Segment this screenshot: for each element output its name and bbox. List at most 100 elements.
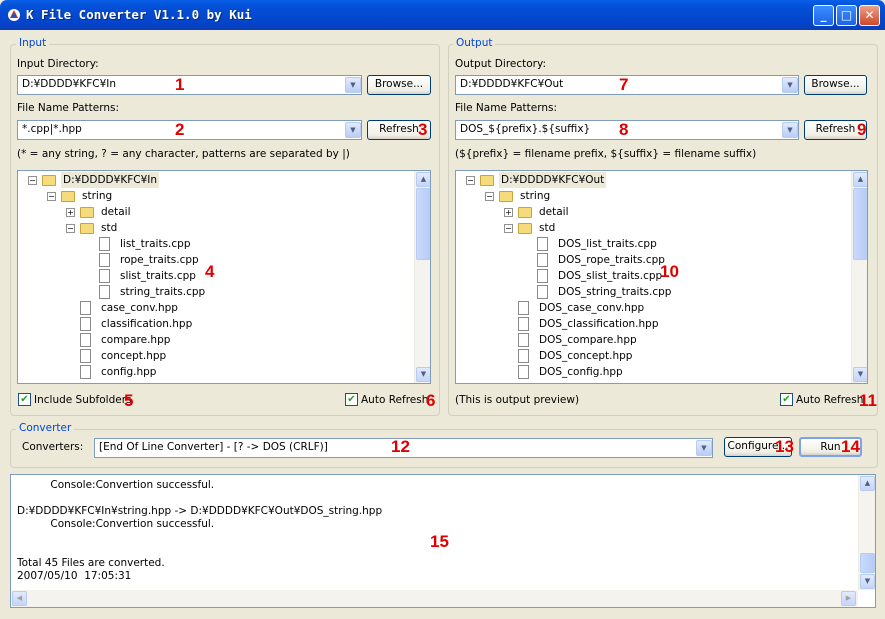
log-line: Console:Convertion successful. (17, 518, 215, 530)
collapse-icon[interactable]: − (47, 192, 56, 201)
tree-node[interactable]: DOS_concept.hpp (456, 348, 851, 364)
annotation-7: 7 (619, 75, 629, 94)
tree-node[interactable]: string_traits.cpp (18, 284, 414, 300)
tree-node[interactable]: slist_traits.cpp (18, 268, 414, 284)
file-icon (99, 253, 110, 267)
scroll-thumb[interactable] (860, 553, 875, 573)
tree-node-label: compare.hpp (101, 334, 171, 346)
collapse-icon[interactable]: − (466, 176, 475, 185)
tree-node[interactable]: DOS_compare.hpp (456, 332, 851, 348)
tree-node[interactable]: DOS_string_traits.cpp (456, 284, 851, 300)
output-browse-button[interactable]: Browse... (804, 75, 867, 95)
scroll-down-icon[interactable]: ▼ (853, 367, 867, 382)
file-icon (518, 365, 529, 379)
tree-node-label: detail (101, 206, 131, 218)
scroll-up-icon[interactable]: ▲ (416, 172, 430, 187)
tree-node[interactable]: compare.hpp (18, 332, 414, 348)
tree-node[interactable]: config.hpp (18, 364, 414, 380)
input-browse-button[interactable]: Browse... (367, 75, 431, 95)
output-directory-value: D:¥DDDD¥KFC¥Out (460, 78, 564, 90)
tree-node[interactable]: concept.hpp (18, 348, 414, 364)
annotation-14: 14 (841, 437, 860, 456)
tree-node[interactable]: DOS_case_conv.hpp (456, 300, 851, 316)
input-pattern-combo[interactable]: *.cpp|*.hpp (17, 120, 362, 140)
input-auto-refresh-checkbox[interactable]: ✔ (345, 393, 358, 406)
tree-node[interactable]: list_traits.cpp (18, 236, 414, 252)
file-icon (80, 317, 91, 331)
tree-node-label: classification.hpp (101, 318, 193, 330)
file-icon (80, 333, 91, 347)
tree-node[interactable]: − string (456, 188, 851, 204)
input-group-label: Input (16, 37, 50, 49)
file-icon (518, 301, 529, 315)
converter-value: [End Of Line Converter] - [? -> DOS (CRL… (99, 441, 328, 453)
scroll-down-icon[interactable]: ▼ (860, 574, 875, 589)
output-auto-refresh-checkbox[interactable]: ✔ (780, 393, 793, 406)
tree-node[interactable]: DOS_config.hpp (456, 364, 851, 380)
input-pattern-hint: (* = any string, ? = any character, patt… (17, 148, 350, 160)
tree-node[interactable]: DOS_slist_traits.cpp (456, 268, 851, 284)
log-horizontal-scrollbar[interactable]: ◀ ▶ (11, 590, 858, 607)
tree-node[interactable]: − std (18, 220, 414, 236)
title-bar[interactable]: K File Converter V1.1.0 by Kui _ □ ✕ (0, 0, 885, 30)
input-directory-dropdown-icon[interactable]: ▼ (345, 77, 361, 93)
converter-dropdown-icon[interactable]: ▼ (696, 440, 712, 456)
tree-node[interactable]: rope_traits.cpp (18, 252, 414, 268)
input-tree[interactable]: − D:¥DDDD¥KFC¥In − string + detail − std list_tr… (17, 170, 431, 384)
input-directory-combo[interactable]: D:¥DDDD¥KFC¥In (17, 75, 362, 95)
tree-node[interactable]: − D:¥DDDD¥KFC¥Out (456, 172, 851, 188)
tree-node[interactable]: DOS_rope_traits.cpp (456, 252, 851, 268)
log-line: 2007/05/10 17:05:31 (17, 570, 132, 582)
scroll-up-icon[interactable]: ▲ (860, 476, 875, 491)
scroll-left-icon[interactable]: ◀ (12, 591, 27, 606)
file-icon (80, 301, 91, 315)
include-subfolders-checkbox[interactable]: ✔ (18, 393, 31, 406)
annotation-13: 13 (775, 437, 794, 456)
tree-node-label: DOS_classification.hpp (539, 318, 659, 330)
file-icon (537, 285, 548, 299)
tree-node[interactable]: − string (18, 188, 414, 204)
scroll-thumb[interactable] (853, 188, 867, 260)
log-vertical-scrollbar[interactable]: ▲ ▼ (858, 475, 875, 590)
log-line: Console:Convertion successful. (17, 479, 215, 491)
folder-icon (61, 191, 75, 202)
tree-node-label: DOS_slist_traits.cpp (558, 270, 663, 282)
collapse-icon[interactable]: − (485, 192, 494, 201)
expand-icon[interactable]: + (66, 208, 75, 217)
app-icon (8, 9, 20, 21)
collapse-icon[interactable]: − (504, 224, 513, 233)
file-icon (99, 237, 110, 251)
tree-node[interactable]: + detail (18, 204, 414, 220)
folder-icon (480, 175, 494, 186)
folder-icon (518, 207, 532, 218)
expand-icon[interactable]: + (504, 208, 513, 217)
scroll-up-icon[interactable]: ▲ (853, 172, 867, 187)
tree-node[interactable]: case_conv.hpp (18, 300, 414, 316)
tree-node[interactable]: DOS_classification.hpp (456, 316, 851, 332)
converters-label: Converters: (22, 441, 84, 453)
tree-node[interactable]: − std (456, 220, 851, 236)
annotation-5: 5 (124, 391, 134, 410)
tree-node[interactable]: + detail (456, 204, 851, 220)
collapse-icon[interactable]: − (28, 176, 37, 185)
tree-node-label: case_conv.hpp (101, 302, 178, 314)
collapse-icon[interactable]: − (66, 224, 75, 233)
tree-node[interactable]: DOS_list_traits.cpp (456, 236, 851, 252)
tree-node[interactable]: classification.hpp (18, 316, 414, 332)
scroll-down-icon[interactable]: ▼ (416, 367, 430, 382)
scroll-thumb[interactable] (416, 188, 430, 260)
output-directory-dropdown-icon[interactable]: ▼ (782, 77, 798, 93)
input-pattern-dropdown-icon[interactable]: ▼ (345, 122, 361, 138)
minimize-button[interactable]: _ (813, 5, 834, 26)
file-icon (537, 253, 548, 267)
output-tree-scrollbar[interactable]: ▲ ▼ (851, 171, 867, 383)
close-button[interactable]: ✕ (859, 5, 880, 26)
output-pattern-dropdown-icon[interactable]: ▼ (782, 122, 798, 138)
input-auto-refresh-label: Auto Refresh (361, 394, 429, 406)
scroll-right-icon[interactable]: ▶ (841, 591, 856, 606)
file-icon (99, 269, 110, 283)
input-tree-scrollbar[interactable]: ▲ ▼ (414, 171, 430, 383)
maximize-button[interactable]: □ (836, 5, 857, 26)
tree-node[interactable]: − D:¥DDDD¥KFC¥In (18, 172, 414, 188)
